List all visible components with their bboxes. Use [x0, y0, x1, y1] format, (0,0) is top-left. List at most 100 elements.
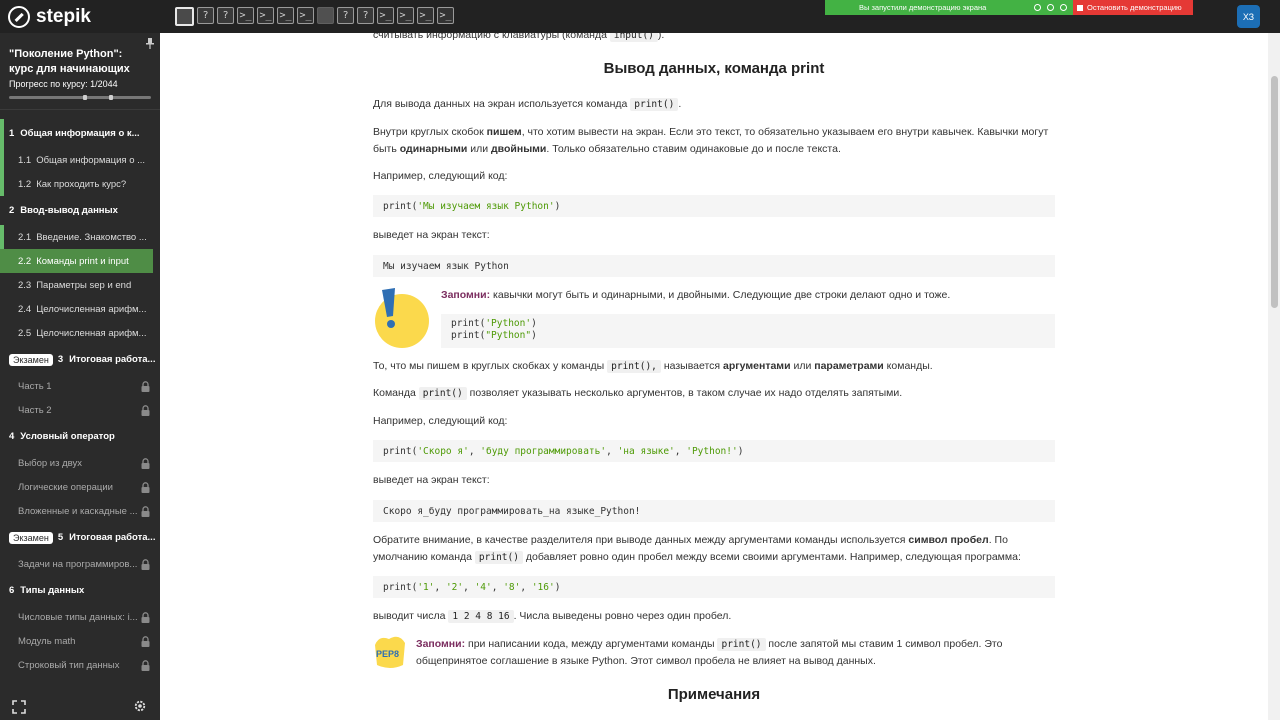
- page-scrollbar[interactable]: [1268, 33, 1280, 720]
- toc-module[interactable]: 1 Общая информация о к...: [0, 119, 160, 148]
- stepik-logo[interactable]: stepik: [0, 5, 170, 28]
- brand-name: stepik: [36, 5, 91, 27]
- toc-lesson[interactable]: 2.1 Введение. Знакомство ...: [0, 225, 160, 249]
- toc-number: 2.2: [18, 255, 32, 267]
- paragraph: Для вывода данных на экран используется …: [373, 98, 682, 111]
- inline-code: print(): [630, 98, 679, 111]
- step-6-button[interactable]: >_: [277, 7, 294, 24]
- toc-lesson[interactable]: Выбор из двух: [0, 451, 160, 475]
- lock-icon: [141, 636, 150, 647]
- note: Запомни: кавычки могут быть и одинарными…: [441, 289, 951, 301]
- code-line: print("Python"): [451, 330, 537, 341]
- stop-square-icon: [1077, 4, 1083, 11]
- lesson-content: считывать информацию с клавиатуры (коман…: [160, 33, 1268, 720]
- toc-lesson[interactable]: 1.2 Как проходить курс?: [0, 172, 160, 196]
- toc-label: Выбор из двух: [18, 457, 82, 469]
- code-block[interactable]: print('Python') print("Python"): [441, 314, 1055, 348]
- toc-lesson[interactable]: Вложенные и каскадные ...: [0, 499, 160, 523]
- toc-lesson[interactable]: 2.2 Команды print и input: [0, 249, 160, 273]
- progress-label: Прогресс по курсу:: [9, 79, 88, 89]
- lock-icon: [141, 660, 150, 671]
- toc-lesson[interactable]: Часть 1: [0, 374, 160, 398]
- toc-lesson[interactable]: 2.3 Параметры sep и end: [0, 273, 160, 297]
- user-avatar[interactable]: ХЗ: [1237, 5, 1260, 28]
- toc-module[interactable]: Экзамен 3 Итоговая работа...: [0, 345, 160, 374]
- toc-module[interactable]: 4 Условный оператор: [0, 422, 160, 451]
- toc-module[interactable]: 6 Типы данных: [0, 576, 160, 605]
- toc-lesson[interactable]: Задачи на программиров...: [0, 552, 160, 576]
- step-9-button[interactable]: ?: [337, 7, 354, 24]
- toc-number: 1.2: [18, 178, 32, 190]
- toc-lesson[interactable]: Строковый тип данных: [0, 653, 160, 677]
- paragraph: выведет на экран текст:: [373, 474, 490, 486]
- lock-icon: [141, 405, 150, 416]
- exam-badge: Экзамен: [9, 531, 53, 544]
- toc-lesson[interactable]: Логические операции: [0, 475, 160, 499]
- gear-icon[interactable]: [133, 699, 147, 713]
- inline-code: input(): [609, 33, 658, 42]
- toc-module[interactable]: Экзамен 5 Итоговая работа...: [0, 523, 160, 552]
- toc-label: Строковый тип данных: [18, 659, 120, 671]
- step-13-button[interactable]: >_: [417, 7, 434, 24]
- step-5-button[interactable]: >_: [257, 7, 274, 24]
- toc-label: Команды print и input: [36, 255, 129, 267]
- record-icon[interactable]: [1047, 4, 1054, 11]
- paragraph: Например, следующий код:: [373, 415, 508, 427]
- step-1-button[interactable]: [175, 7, 194, 26]
- lock-icon: [141, 458, 150, 469]
- section-heading: Примечания: [667, 686, 761, 703]
- step-7-button[interactable]: >_: [297, 7, 314, 24]
- step-10-button[interactable]: ?: [357, 7, 374, 24]
- lock-icon: [141, 506, 150, 517]
- toc-label: Числовые типы данных: i...: [18, 611, 138, 623]
- scrollbar-thumb[interactable]: [1271, 76, 1278, 308]
- step-14-button[interactable]: >_: [437, 7, 454, 24]
- code-block[interactable]: print('Мы изучаем язык Python'): [373, 195, 1055, 217]
- toc-lesson[interactable]: Часть 2: [0, 398, 160, 422]
- note: Запомни: при написании кода, между аргум…: [416, 638, 1003, 667]
- code-block[interactable]: print('Скоро я', 'буду программировать',…: [373, 440, 1055, 462]
- toc-lesson[interactable]: Модуль math: [0, 629, 160, 653]
- toc-lesson[interactable]: 2.5 Целочисленная арифм...: [0, 321, 160, 345]
- inline-code: print(): [418, 387, 467, 400]
- toc-label: Целочисленная арифм...: [36, 303, 147, 315]
- stop-screenshare-button[interactable]: Остановить демонстрацию: [1073, 0, 1193, 15]
- step-2-button[interactable]: ?: [197, 7, 214, 24]
- toc-label: Общая информация о ...: [36, 154, 146, 166]
- section-heading: Вывод данных, команда print: [603, 60, 825, 77]
- screenshare-bar: Вы запустили демонстрацию экрана Останов…: [825, 0, 1193, 15]
- toc-number: 3: [57, 354, 64, 365]
- exam-badge: Экзамен: [9, 353, 53, 366]
- divider: [0, 109, 160, 110]
- course-title[interactable]: "Поколение Python": курс для начинающих: [0, 33, 150, 77]
- output-block[interactable]: Мы изучаем язык Python: [373, 255, 1055, 277]
- toc-label: Итоговая работа...: [69, 354, 156, 365]
- step-11-button[interactable]: >_: [377, 7, 394, 24]
- toc-lesson[interactable]: 1.1 Общая информация о ...: [0, 148, 160, 172]
- toc-label: Общая информация о к...: [20, 128, 140, 139]
- course-progress: Прогресс по курсу: 1/2044: [0, 77, 160, 91]
- step-8-button[interactable]: [317, 7, 334, 24]
- toc-label: Введение. Знакомство ...: [36, 231, 147, 243]
- fullscreen-icon[interactable]: [12, 700, 26, 714]
- code-block[interactable]: print('1', '2', '4', '8', '16'): [373, 576, 1055, 598]
- toc-lesson[interactable]: 2.4 Целочисленная арифм...: [0, 297, 160, 321]
- shield-icon[interactable]: [1060, 4, 1067, 11]
- sidebar-footer: [0, 692, 160, 720]
- progress-bar: [9, 95, 151, 100]
- toc-module[interactable]: 2 Ввод-вывод данных: [0, 196, 160, 225]
- speaker-icon[interactable]: [1034, 4, 1041, 11]
- step-12-button[interactable]: >_: [397, 7, 414, 24]
- toc-lesson[interactable]: Числовые типы данных: i...: [0, 605, 160, 629]
- step-4-button[interactable]: >_: [237, 7, 254, 24]
- step-3-button[interactable]: ?: [217, 7, 234, 24]
- code-line: print('Python'): [451, 318, 537, 329]
- output-block[interactable]: Скоро я_буду программировать_на языке_Py…: [373, 500, 1055, 522]
- pep8-sticker-icon: PEP8: [375, 636, 405, 668]
- toc-label: Часть 1: [18, 380, 52, 392]
- paragraph: Команда print() позволяет указывать неск…: [373, 387, 903, 400]
- pin-icon[interactable]: [146, 38, 154, 49]
- toc-label: Условный оператор: [20, 431, 115, 442]
- lock-icon: [141, 612, 150, 623]
- progress-marker: [83, 95, 87, 100]
